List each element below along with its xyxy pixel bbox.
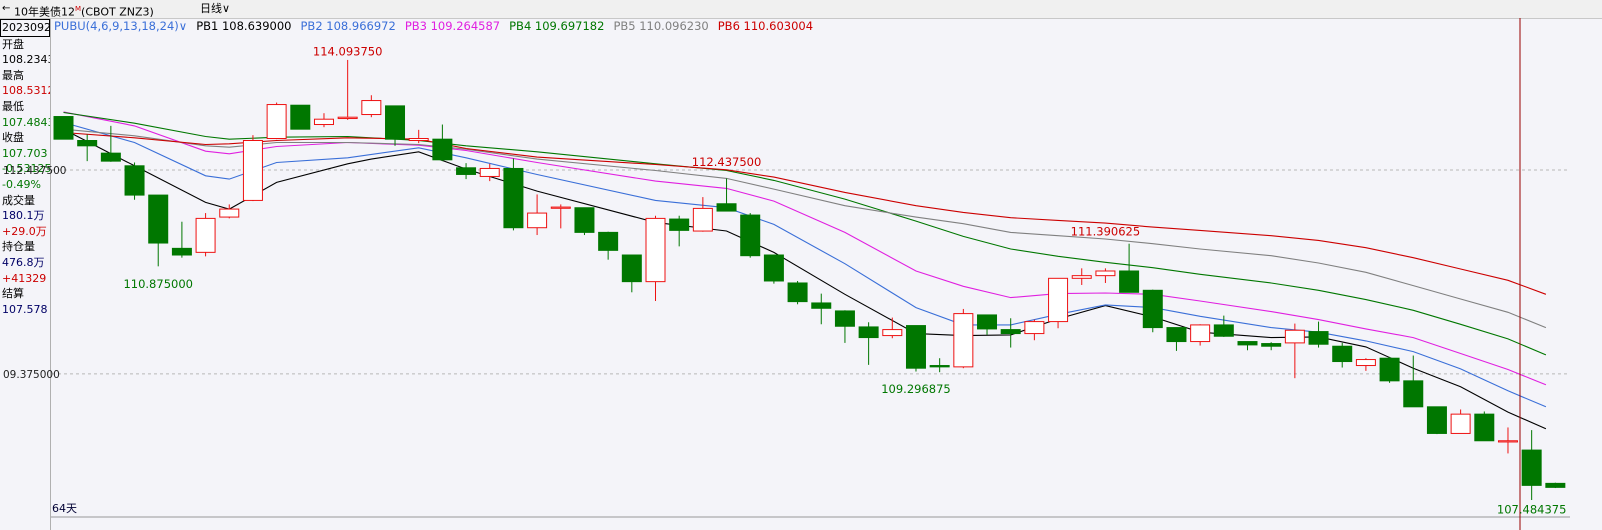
candle-body-35 [882, 329, 903, 337]
candle-body-34 [858, 326, 879, 339]
candle-body-32 [811, 302, 832, 309]
candle-body-49 [1213, 324, 1234, 337]
candle-body-27 [692, 207, 713, 232]
legend-item-5: PB5 110.096230 [613, 19, 709, 33]
y-tick-label-1: 09.375000 [3, 369, 60, 381]
candle-body-22 [574, 207, 595, 233]
annotation-label-3: 111.390625 [1071, 225, 1141, 239]
indicator-legend[interactable]: PUBU(4,6,9,13,18,24)∨ PB1 108.639000 PB2 1… [54, 19, 822, 34]
candle-body-45 [1119, 270, 1140, 293]
candle-body-12 [337, 116, 358, 120]
candle-body-50 [1237, 341, 1258, 346]
candle-body-33 [834, 310, 855, 327]
candle-body-21 [550, 206, 571, 209]
legend-item-4: PB4 109.697182 [509, 19, 605, 33]
days-count-label: 64天 [52, 502, 77, 515]
candle-body-24 [621, 254, 642, 283]
candle-body-39 [977, 314, 998, 330]
candle-body-7 [219, 208, 240, 218]
candle-body-25 [645, 217, 666, 283]
candle-body-5 [171, 247, 192, 256]
annotation-label-0: 114.093750 [313, 45, 383, 59]
candle-body-15 [408, 138, 429, 141]
candle-body-3 [124, 165, 145, 196]
candle-body-55 [1355, 359, 1376, 367]
candle-body-23 [598, 231, 619, 251]
legend-item-1: PB1 108.639000 [196, 19, 292, 33]
candle-body-38 [953, 313, 974, 368]
candle-body-0 [53, 116, 74, 140]
candle-body-42 [1048, 277, 1069, 323]
candle-body-28 [716, 203, 737, 212]
annotation-label-5: 107.484375 [1497, 503, 1567, 517]
candle-body-8 [242, 140, 263, 201]
series-line-PB1 [63, 128, 1547, 430]
candle-body-44 [1095, 270, 1116, 277]
candle-body-20 [527, 212, 548, 229]
candle-body-47 [1166, 327, 1187, 343]
candle-body-51 [1261, 343, 1282, 347]
candle-body-57 [1403, 380, 1424, 408]
candle-body-63 [1545, 482, 1566, 488]
candle-body-2 [100, 152, 121, 162]
candle-body-26 [669, 218, 690, 231]
legend-item-3: PB3 109.264587 [404, 19, 501, 33]
candle-body-37 [929, 365, 950, 368]
candlestick-chart[interactable]: 112.437500 09.375000 114.093750 112.437500 1… [0, 0, 1602, 530]
candle-body-62 [1521, 449, 1542, 486]
candle-body-54 [1332, 345, 1353, 363]
candle-body-14 [385, 105, 406, 140]
annotation-label-4: 109.296875 [881, 382, 951, 396]
candle-body-58 [1426, 406, 1447, 434]
annotation-label-1: 112.437500 [692, 155, 762, 169]
legend-item-0: PUBU(4,6,9,13,18,24)∨ [54, 19, 188, 33]
candle-body-40 [1000, 329, 1021, 335]
annotation-label-2: 110.875000 [123, 277, 193, 291]
candle-body-53 [1308, 331, 1329, 345]
candle-body-29 [740, 214, 761, 257]
legend-item-6: PB6 110.603004 [717, 19, 814, 33]
series-line-PB2 [63, 121, 1547, 408]
legend-item-2: PB2 108.966972 [300, 19, 396, 33]
candle-body-11 [313, 118, 334, 126]
candle-body-16 [432, 138, 453, 161]
candle-body-30 [763, 254, 784, 282]
candle-body-41 [1024, 321, 1045, 335]
candle-body-43 [1071, 275, 1092, 279]
candle-body-36 [905, 325, 926, 369]
y-tick-label-0: 112.437500 [3, 165, 66, 177]
candle-body-4 [148, 194, 169, 244]
candle-body-48 [1190, 324, 1211, 343]
candle-body-52 [1284, 329, 1305, 344]
candle-body-9 [266, 104, 287, 140]
candle-body-56 [1379, 357, 1400, 382]
candle-body-46 [1142, 289, 1163, 329]
candle-body-17 [456, 167, 477, 175]
candle-body-10 [290, 104, 311, 130]
series-line-PB4 [63, 111, 1547, 356]
candle-body-1 [77, 140, 98, 147]
candle-body-19 [503, 167, 524, 229]
candle-body-31 [787, 282, 808, 303]
candle-body-6 [195, 217, 216, 253]
candle-body-60 [1474, 413, 1495, 442]
candle-body-59 [1450, 413, 1471, 434]
candle-body-13 [361, 100, 382, 116]
candle-body-61 [1497, 440, 1518, 443]
candle-body-18 [479, 167, 500, 177]
